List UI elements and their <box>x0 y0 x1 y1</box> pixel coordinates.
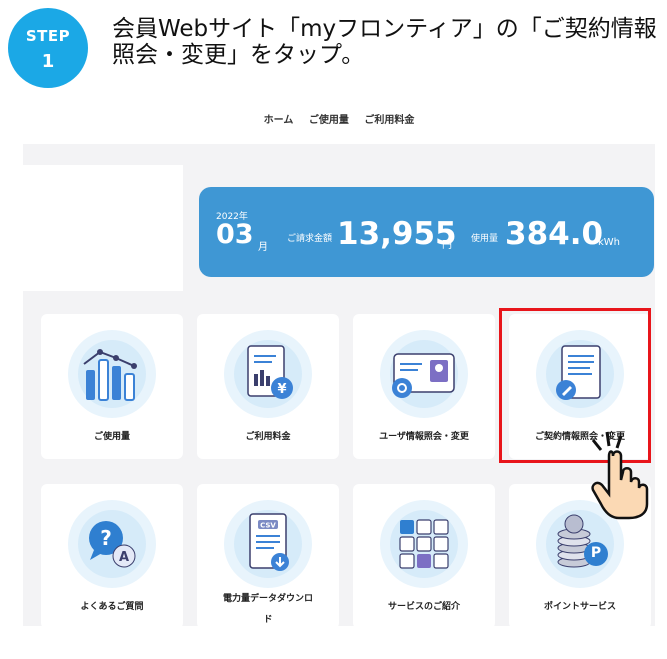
id-card-icon <box>376 326 472 422</box>
menu-label-faq: よくあるご質問 <box>80 602 144 612</box>
bar-chart-icon <box>64 326 160 422</box>
summary-month: 03 <box>216 219 254 250</box>
billing-summary: 2022年 03 月 ご請求金額 13,955 円 使用量 384.0 kWh <box>199 187 654 277</box>
usage-value: 384.0 <box>505 216 604 252</box>
menu-card-services[interactable]: サービスのご紹介 <box>353 484 495 626</box>
point-badge: P <box>590 545 602 561</box>
menu-label-charges: ご利用料金 <box>245 432 291 442</box>
question-chat-icon: ? A <box>64 496 160 592</box>
tap-hand-icon <box>591 431 649 520</box>
bill-unit: 円 <box>442 240 452 251</box>
menu-label-points: ポイントサービス <box>543 602 616 612</box>
usage-label: 使用量 <box>471 234 499 244</box>
svg-text:¥: ¥ <box>277 382 286 397</box>
service-grid-icon <box>376 496 472 592</box>
menu-card-charges[interactable]: ¥ ご利用料金 <box>197 314 339 459</box>
csv-download-icon: CSV <box>220 496 316 592</box>
menu-card-faq[interactable]: ? A よくあるご質問 <box>41 484 183 626</box>
menu-card-user-info[interactable]: ユーザ情報照会・変更 <box>353 314 495 459</box>
summary-month-unit: 月 <box>258 242 268 253</box>
step-number: 1 <box>41 51 55 72</box>
menu-card-usage[interactable]: ご使用量 <box>41 314 183 459</box>
nav-charges[interactable]: ご利用料金 <box>364 115 414 126</box>
bill-value: 13,955 <box>337 216 457 252</box>
svg-text:?: ? <box>100 526 112 550</box>
menu-label-usage: ご使用量 <box>93 432 130 442</box>
invoice-yen-icon: ¥ <box>220 326 316 422</box>
svg-text:CSV: CSV <box>260 522 276 530</box>
instruction-text: 会員Webサイト「myフロンティア」の「ご契約情報照会・変更」をタップ。 <box>112 16 657 68</box>
menu-label-power-download: 電力量データダウンロ ド <box>197 592 339 626</box>
left-panel <box>23 165 183 291</box>
step-word: STEP <box>25 27 71 45</box>
menu-label-power-download-line1: 電力量データダウンロ <box>222 594 313 604</box>
nav-usage[interactable]: ご使用量 <box>309 115 349 126</box>
menu-card-power-download[interactable]: CSV 電力量データダウンロ ド <box>197 484 339 626</box>
usage-unit: kWh <box>598 237 621 248</box>
menu-label-user-info: ユーザ情報照会・変更 <box>379 432 469 442</box>
top-nav: ホーム ご使用量 ご利用料金 <box>23 92 655 144</box>
menu-label-power-download-line2: ド <box>263 615 273 625</box>
bill-label: ご請求金額 <box>287 234 333 244</box>
menu-label-services: サービスのご紹介 <box>387 602 460 612</box>
svg-text:A: A <box>119 550 129 565</box>
nav-home[interactable]: ホーム <box>264 115 294 126</box>
step-badge: STEP 1 <box>8 8 88 88</box>
